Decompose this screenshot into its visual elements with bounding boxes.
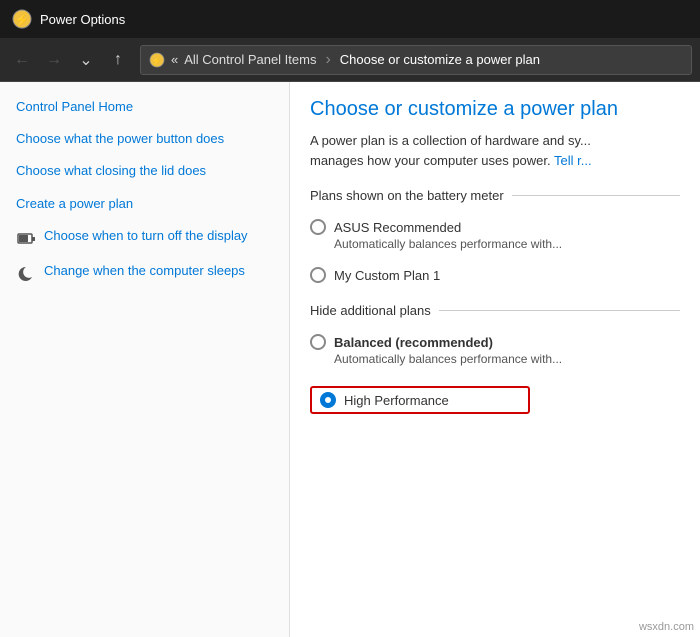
address-separator: « [171, 52, 178, 67]
plan-desc-asus: Automatically balances performance with.… [334, 237, 680, 251]
sidebar-item-control-panel-home[interactable]: Control Panel Home [16, 98, 289, 116]
moon-icon [16, 263, 36, 283]
sidebar-item-lid-action[interactable]: Choose what closing the lid does [16, 162, 289, 180]
page-title: Choose or customize a power plan [310, 98, 680, 121]
tell-me-link[interactable]: Tell r... [554, 153, 592, 168]
back-button[interactable]: ← [8, 46, 36, 74]
battery-icon [16, 228, 36, 248]
main-content: Control Panel Home Choose what the power… [0, 82, 700, 637]
left-panel: Control Panel Home Choose what the power… [0, 82, 290, 637]
plan-name-high-performance: High Performance [344, 393, 449, 408]
address-chevron: › [325, 51, 330, 69]
plan-name-balanced: Balanced (recommended) [334, 335, 493, 350]
plan-option-balanced: Balanced (recommended) Automatically bal… [310, 328, 680, 372]
svg-text:⚡: ⚡ [15, 13, 30, 27]
forward-button[interactable]: → [40, 46, 68, 74]
plan-name-asus: ASUS Recommended [334, 220, 461, 235]
address-all-control-panel: All Control Panel Items [184, 52, 316, 67]
address-bar-icon: ⚡ [149, 52, 165, 68]
dropdown-button[interactable]: ⌄ [72, 46, 100, 74]
watermark: wsxdn.com [639, 621, 694, 633]
title-bar-title: Power Options [40, 12, 125, 27]
plan-option-asus: ASUS Recommended Automatically balances … [310, 213, 680, 257]
sidebar-item-create-plan[interactable]: Create a power plan [16, 195, 289, 213]
radio-custom[interactable] [310, 267, 326, 283]
plan-option-custom: My Custom Plan 1 [310, 261, 680, 289]
title-bar: ⚡ Power Options [0, 0, 700, 38]
hide-additional-plans-group: Hide additional plans Balanced (recommen… [310, 303, 680, 420]
sidebar-item-power-button[interactable]: Choose what the power button does [16, 130, 289, 148]
radio-balanced[interactable] [310, 334, 326, 350]
plans-group-label: Plans shown on the battery meter [310, 188, 680, 203]
plan-name-custom: My Custom Plan 1 [334, 268, 440, 283]
address-current-section: Choose or customize a power plan [340, 52, 540, 67]
sidebar-item-turn-off-display[interactable]: Choose when to turn off the display [16, 227, 289, 248]
plan-desc-balanced: Automatically balances performance with.… [334, 352, 680, 366]
radio-high-performance[interactable] [320, 392, 336, 408]
right-panel: Choose or customize a power plan A power… [290, 82, 700, 637]
plan-option-high-performance: High Performance [310, 376, 680, 420]
svg-text:⚡: ⚡ [151, 55, 162, 67]
address-bar[interactable]: ⚡ « All Control Panel Items › Choose or … [140, 45, 692, 75]
sidebar-item-sleep-settings[interactable]: Change when the computer sleeps [16, 262, 289, 283]
hide-plans-label: Hide additional plans [310, 303, 680, 318]
high-performance-box: High Performance [310, 386, 530, 414]
sidebar-item-sleep-label: Change when the computer sleeps [44, 262, 245, 280]
title-bar-icon: ⚡ [12, 9, 32, 29]
radio-asus[interactable] [310, 219, 326, 235]
sidebar-item-turn-off-display-label: Choose when to turn off the display [44, 227, 248, 245]
section-description: A power plan is a collection of hardware… [310, 131, 680, 170]
up-button[interactable]: ↑ [104, 46, 132, 74]
toolbar: ← → ⌄ ↑ ⚡ « All Control Panel Items › Ch… [0, 38, 700, 82]
